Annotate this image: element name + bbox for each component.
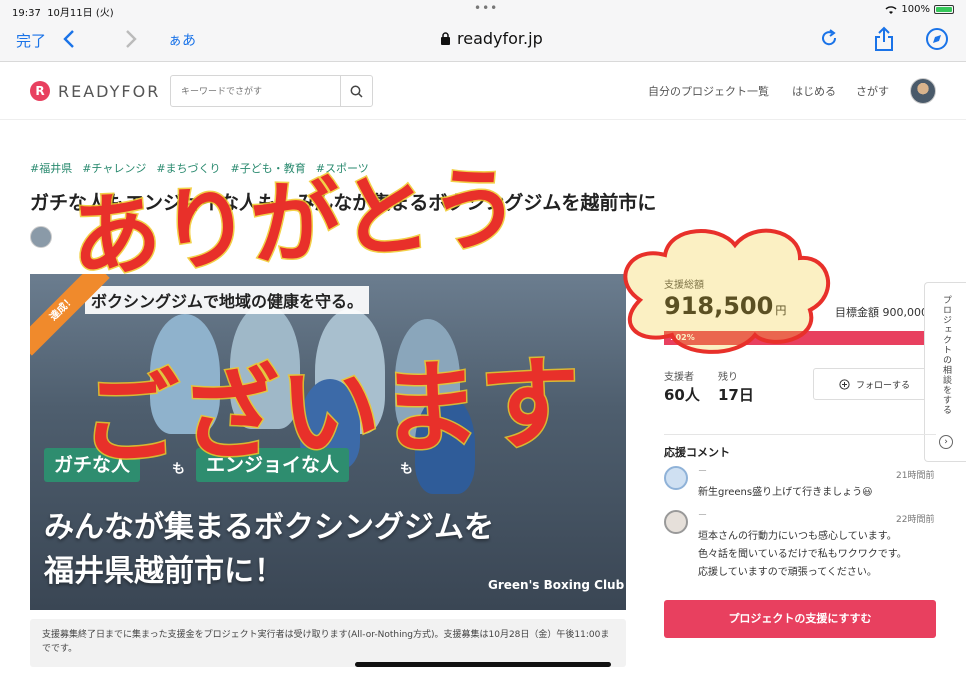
url-text: readyfor.jp <box>457 29 543 48</box>
done-button[interactable]: 完了 <box>16 30 46 51</box>
text-size-button[interactable]: ぁあ <box>168 30 196 50</box>
consult-side-tab[interactable]: プロジェクトの相談をする › <box>924 282 966 462</box>
handwritten-thanks-line1: ありがとう <box>66 154 525 293</box>
backers-label: 支援者 <box>664 372 694 383</box>
battery-icon <box>934 5 954 14</box>
commenter-name[interactable]: ー <box>698 464 707 477</box>
remaining-label: 残り <box>718 372 738 383</box>
browser-toolbar: 完了 ぁあ readyfor.jp <box>0 20 966 62</box>
compass-icon[interactable] <box>925 27 949 51</box>
comment-time: 21時間前 <box>896 471 935 481</box>
forward-icon[interactable] <box>124 29 138 49</box>
comment-text: 垣本さんの行動力にいつも感心しています。 <box>698 531 897 542</box>
progress-fill: 102% <box>664 331 936 345</box>
follow-button[interactable]: フォローする <box>813 368 936 400</box>
search-button[interactable] <box>340 76 372 106</box>
address-bar[interactable]: readyfor.jp <box>440 29 543 48</box>
logo-text: READYFOR <box>58 81 161 101</box>
total-unit: 円 <box>775 304 787 317</box>
hero-line-2: 福井県越前市に！ <box>44 554 284 589</box>
status-right: 100% <box>885 4 954 15</box>
logo-mark-icon: R <box>30 81 50 101</box>
nav-search[interactable]: さがす <box>856 83 889 99</box>
lock-icon <box>441 32 450 45</box>
plus-circle-icon <box>839 378 850 390</box>
commenter-avatar[interactable] <box>664 466 688 490</box>
commenter-avatar[interactable] <box>664 510 688 534</box>
club-name: Green's Boxing Club <box>488 578 625 592</box>
support-project-button[interactable]: プロジェクトの支援にすすむ <box>664 600 936 638</box>
battery-percent: 100% <box>901 4 930 15</box>
status-time: 19:37 10月11日 (火) <box>12 8 114 19</box>
share-icon[interactable] <box>873 26 895 52</box>
comment-text: 新生greens盛り上げて行きましょう😃 <box>698 487 873 498</box>
chevron-right-icon: › <box>939 435 953 449</box>
hero-line-1: みんなが集まるボクシングジムを <box>44 510 494 545</box>
all-or-nothing-note: 支援募集終了日までに集まった支援金をプロジェクト実行者は受け取ります(All-o… <box>30 619 626 667</box>
total-label: 支援総額 <box>664 280 704 291</box>
comment-text: 色々話を聞いているだけで私もワクワクです。 <box>698 549 907 560</box>
comment-text: 応援していますので頑張ってください。 <box>698 567 877 578</box>
search-input[interactable] <box>171 76 341 106</box>
follow-label: フォローする <box>855 380 910 391</box>
reload-icon[interactable] <box>820 29 840 49</box>
status-bar: 19:37 10月11日 (火) ••• 100% <box>0 0 966 20</box>
search-icon <box>350 85 363 98</box>
total-amount: 918,500 円 <box>664 292 786 320</box>
total-value: 918,500 <box>664 292 774 320</box>
backers-value: 60人 <box>664 386 700 404</box>
search-box <box>170 75 373 107</box>
consult-tab-label: プロジェクトの相談をする <box>941 295 951 415</box>
wifi-icon <box>885 5 897 14</box>
multitask-dots-icon[interactable]: ••• <box>474 1 498 15</box>
owner-avatar[interactable] <box>30 226 52 248</box>
comments-heading: 応援コメント <box>664 446 730 459</box>
goal-amount: 目標金額 900,000 <box>835 306 928 319</box>
handwritten-thanks-line2: ございます <box>77 343 584 480</box>
commenter-name[interactable]: ー <box>698 508 707 521</box>
comment-time: 22時間前 <box>896 515 935 525</box>
nav-my-projects[interactable]: 自分のプロジェクト一覧 <box>648 83 769 99</box>
nav-start[interactable]: はじめる <box>792 83 836 99</box>
home-indicator <box>355 662 611 667</box>
user-avatar[interactable] <box>910 78 936 104</box>
funding-progress: 102% <box>664 331 936 345</box>
remaining-value: 17日 <box>718 386 754 404</box>
divider <box>664 434 936 435</box>
readyfor-logo[interactable]: R READYFOR <box>30 81 160 101</box>
back-icon[interactable] <box>62 29 76 49</box>
site-header: R READYFOR 自分のプロジェクト一覧 はじめる さがす <box>0 62 966 120</box>
